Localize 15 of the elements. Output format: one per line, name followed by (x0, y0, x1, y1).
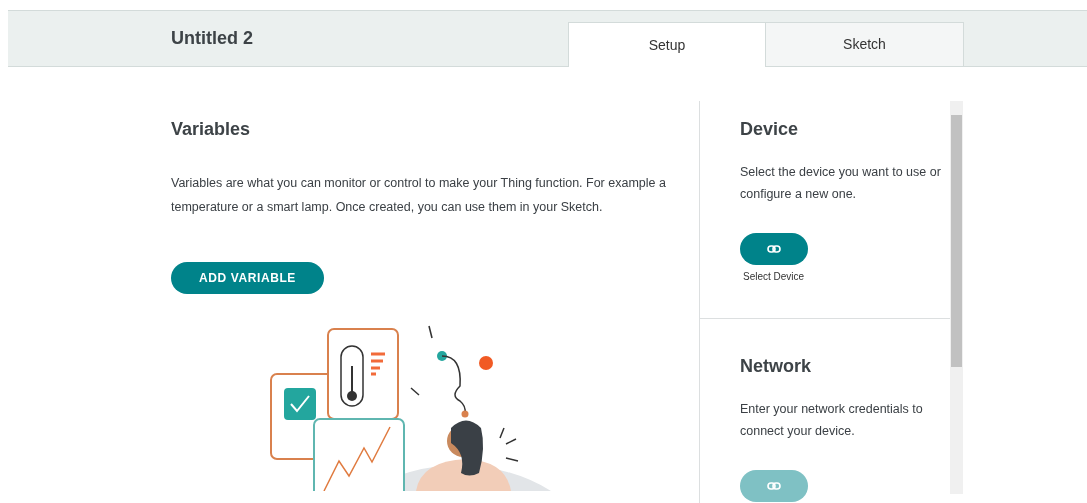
variables-description: Variables are what you can monitor or control to make your Thing function. For example a temperature or a smart lamp. Once created, you can use them in your Sketch. (171, 175, 667, 216)
scrollbar[interactable] (950, 101, 963, 494)
tab[interactable]: Setup (568, 22, 766, 67)
link-icon (767, 245, 781, 253)
section-description: Select the device you want to use or configure a new one. (740, 164, 942, 203)
connect-button[interactable] (740, 233, 808, 265)
thing-title: Untitled 2 (170, 27, 254, 50)
section-title: Device (740, 118, 800, 141)
section-title: Variables (171, 118, 252, 141)
section-title: Network (740, 355, 812, 378)
tab[interactable]: Sketch (766, 22, 964, 66)
link-icon (767, 482, 781, 490)
section-description: Enter your network credentials to connect your device. (740, 401, 924, 440)
button-caption: Select Device (743, 270, 806, 284)
add-variable-button[interactable]: ADD VARIABLE (171, 262, 324, 294)
